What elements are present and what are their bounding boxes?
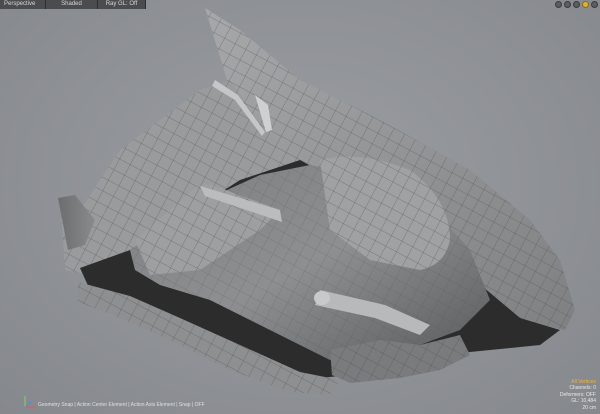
- info-panel: All Vertices Channels: 0 Deformers: OFF …: [560, 379, 596, 412]
- grid-size: 20 cm: [582, 404, 596, 411]
- mesh-model[interactable]: [0, 0, 600, 414]
- axis-gizmo: [22, 394, 38, 410]
- snap-status: Geometry Snap | Action Center Element | …: [38, 402, 205, 408]
- 3d-viewport[interactable]: Perspective Shaded Ray GL: Off Geometry …: [0, 0, 600, 414]
